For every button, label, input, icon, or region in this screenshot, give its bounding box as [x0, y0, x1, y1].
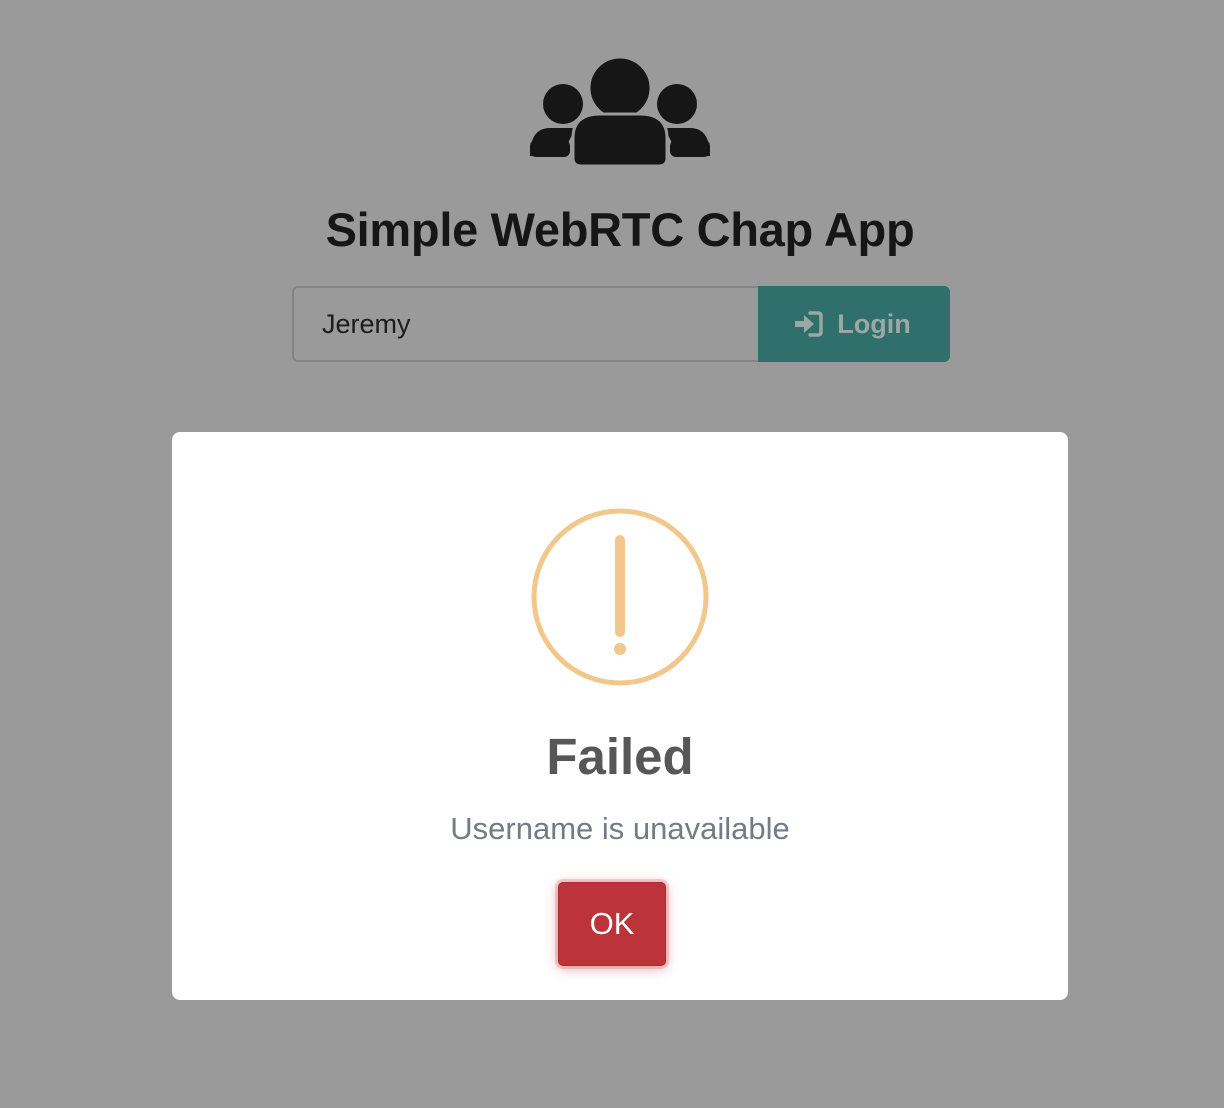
- error-dialog: Failed Username is unavailable OK: [172, 432, 1068, 1000]
- username-input[interactable]: [292, 286, 758, 362]
- dialog-title: Failed: [546, 728, 694, 785]
- users-icon: [530, 58, 710, 166]
- sign-in-icon: [795, 311, 823, 337]
- login-page: Simple WebRTC Chap App Login Failed User…: [0, 0, 1224, 1108]
- app-title: Simple WebRTC Chap App: [325, 203, 915, 256]
- login-button-label: Login: [837, 308, 911, 339]
- warning-exclamation-icon: [531, 508, 709, 686]
- ok-button[interactable]: OK: [558, 882, 666, 966]
- dialog-message: Username is unavailable: [450, 811, 790, 846]
- login-button[interactable]: Login: [758, 286, 950, 362]
- login-form: Login: [292, 286, 950, 362]
